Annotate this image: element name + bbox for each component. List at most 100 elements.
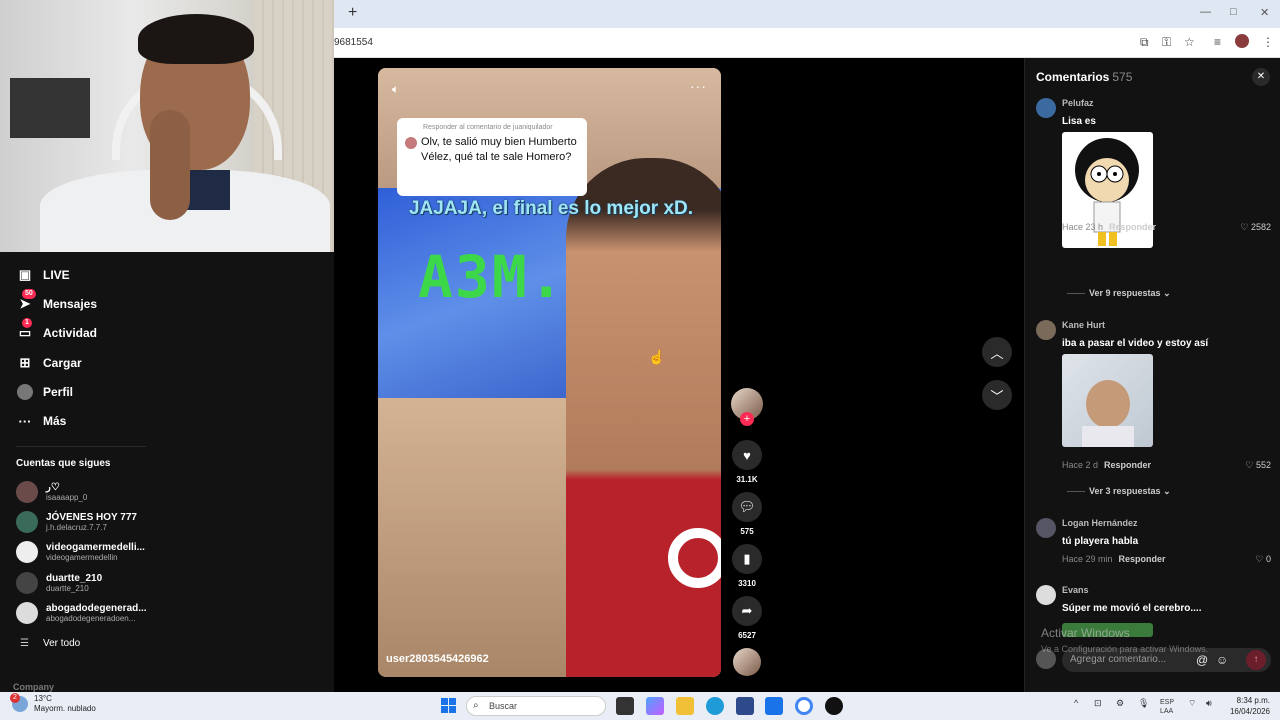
- avatar[interactable]: [1036, 320, 1056, 340]
- copilot-icon[interactable]: [646, 697, 664, 715]
- install-icon[interactable]: ⧉: [1140, 35, 1149, 50]
- comment-photo-image[interactable]: [1062, 354, 1153, 447]
- comment-time: Hace 23 h: [1062, 222, 1104, 232]
- address-bar[interactable]: 9681554 ⧉ ⚿ ☆ ≡ ⋮: [334, 28, 1280, 58]
- send-button[interactable]: ↑: [1246, 650, 1266, 670]
- comments-header: Comentarios 575: [1036, 70, 1132, 84]
- view-replies-button[interactable]: Ver 3 respuestas ⌄: [1067, 486, 1171, 497]
- sidebar-item-upload[interactable]: ⊞ Cargar: [16, 352, 82, 374]
- comment-item: Logan Hernández tú playera habla Hace 29…: [1036, 518, 1271, 568]
- mic-icon[interactable]: 🎙︎: [1138, 698, 1149, 709]
- close-window-icon[interactable]: ✕: [1260, 6, 1269, 19]
- volume-tray-icon[interactable]: 🔊︎: [1206, 698, 1212, 709]
- following-account[interactable]: duartte_210 duartte_210: [16, 569, 102, 597]
- video-stage: A3M.O 🔈︎ ··· Responder al comentario de …: [334, 58, 1024, 692]
- weather-icon: 2: [10, 693, 28, 712]
- account-handle: abogadodegeneradoen...: [46, 614, 136, 623]
- volume-icon[interactable]: 🔈︎: [392, 82, 399, 97]
- upload-icon: ⊞: [19, 355, 31, 370]
- obs-icon[interactable]: [825, 697, 843, 715]
- comment-user[interactable]: Kane Hurt: [1062, 320, 1105, 330]
- reply-button[interactable]: Responder: [1109, 222, 1156, 232]
- browser-profile-avatar[interactable]: [1235, 34, 1249, 48]
- comment-user[interactable]: Evans: [1062, 585, 1089, 595]
- reading-list-icon[interactable]: ≡: [1214, 35, 1221, 49]
- weather-widget[interactable]: 2 13°C Mayorm. nublado: [10, 693, 96, 714]
- creator-avatar[interactable]: +: [726, 388, 768, 426]
- reply-button[interactable]: Responder: [1119, 554, 1166, 564]
- language-indicator[interactable]: ESP LAA: [1160, 698, 1174, 716]
- new-tab-button[interactable]: +: [348, 4, 357, 22]
- sidebar-item-activity[interactable]: ▭ 1 Actividad: [16, 318, 97, 344]
- comment-user[interactable]: Pelufaz: [1062, 98, 1094, 108]
- clock[interactable]: 8:34 p.m. 16/04/2026: [1226, 695, 1270, 717]
- comment-text: iba a pasar el video y estoy así: [1062, 338, 1209, 349]
- sidebar-item-profile[interactable]: Perfil: [16, 381, 73, 403]
- store-icon[interactable]: [736, 697, 754, 715]
- wifi-icon[interactable]: ⌔: [1188, 698, 1196, 709]
- task-view-icon[interactable]: [616, 697, 634, 715]
- share-button[interactable]: ➦ 6527: [726, 596, 768, 640]
- more-options-icon[interactable]: ···: [690, 78, 707, 94]
- emoji-icon[interactable]: ☺: [1216, 653, 1228, 667]
- avatar[interactable]: [1036, 98, 1056, 118]
- profile-icon: [16, 383, 34, 401]
- settings-tray-icon[interactable]: ⚙: [1116, 698, 1124, 709]
- comment-icon: 💬︎: [732, 492, 762, 522]
- mention-icon[interactable]: @: [1196, 653, 1208, 667]
- chrome-icon[interactable]: [795, 697, 813, 715]
- reply-button[interactable]: Responder: [1104, 460, 1151, 470]
- search-placeholder: Buscar: [489, 701, 518, 711]
- following-account[interactable]: abogadodegenerad... abogadodegeneradoen..…: [16, 599, 147, 627]
- avatar[interactable]: [1036, 518, 1056, 538]
- reply-card: Responder al comentario de juaniquilador…: [397, 118, 587, 196]
- comment-item: Kane Hurt iba a pasar el video y estoy a…: [1036, 320, 1271, 500]
- minimize-icon[interactable]: —: [1200, 6, 1211, 18]
- key-icon[interactable]: ⚿: [1162, 35, 1171, 50]
- mail-icon[interactable]: [765, 697, 783, 715]
- comment-like-count: 0: [1265, 554, 1271, 564]
- video-username[interactable]: user2803545426962: [386, 653, 489, 665]
- like-button[interactable]: ♥ 31.1K: [726, 440, 768, 484]
- video-player[interactable]: A3M.O 🔈︎ ··· Responder al comentario de …: [378, 68, 721, 677]
- sound-avatar[interactable]: [726, 648, 768, 676]
- following-account[interactable]: ر♡ isaaaapp_0: [16, 478, 87, 506]
- comment-button[interactable]: 💬︎ 575: [726, 492, 768, 536]
- comment-like-button[interactable]: ♡ 552: [1245, 460, 1271, 471]
- following-account[interactable]: videogamermedelli... videogamermedellin: [16, 538, 145, 566]
- sidebar-item-more[interactable]: ··· Más: [16, 410, 67, 432]
- chevron-up-icon[interactable]: ^: [1074, 698, 1078, 708]
- share-icon: ➦: [732, 596, 762, 626]
- taskbar: 2 13°C Mayorm. nublado ⌕ Buscar ^ ⊡ ⚙ 🎙︎…: [0, 692, 1280, 720]
- network-tray-icon[interactable]: ⊡: [1094, 698, 1102, 709]
- windows-start-icon[interactable]: [441, 698, 456, 713]
- comment-time: Hace 2 d: [1062, 460, 1099, 470]
- file-explorer-icon[interactable]: [676, 697, 694, 715]
- bookmark-star-icon[interactable]: ☆: [1184, 35, 1195, 49]
- company-link[interactable]: Company: [13, 682, 54, 692]
- url-text[interactable]: 9681554: [334, 37, 373, 48]
- following-account[interactable]: JÓVENES HOY 777 j.h.delacruz.7.7.7: [16, 508, 137, 536]
- comment-user[interactable]: Logan Hernández: [1062, 518, 1138, 528]
- sidebar-item-messages[interactable]: ➤ 50 Mensajes: [16, 289, 98, 315]
- browser-menu-icon[interactable]: ⋮: [1262, 35, 1274, 49]
- avatar[interactable]: [1036, 585, 1056, 605]
- see-all-button[interactable]: ☰ Ver todo: [20, 638, 80, 649]
- messages-icon: ➤ 50: [16, 289, 36, 313]
- next-video-button[interactable]: ﹀: [982, 380, 1012, 410]
- maximize-icon[interactable]: □: [1230, 6, 1237, 18]
- close-comments-button[interactable]: ✕: [1252, 68, 1270, 86]
- temperature: 13°C: [34, 694, 52, 703]
- view-replies-button[interactable]: Ver 9 respuestas ⌄: [1067, 288, 1171, 299]
- sidebar-item-live[interactable]: ▣ LIVE: [16, 264, 70, 286]
- clock-time: 8:34 p.m.: [1236, 696, 1270, 705]
- taskbar-search[interactable]: ⌕ Buscar: [466, 696, 606, 716]
- edge-icon[interactable]: [706, 697, 724, 715]
- comment-meta: Hace 29 min Responder: [1062, 554, 1166, 564]
- follow-plus-icon[interactable]: +: [740, 412, 754, 426]
- save-button[interactable]: ▮ 3310: [726, 544, 768, 588]
- comment-like-button[interactable]: ♡ 2582: [1240, 222, 1271, 233]
- previous-video-button[interactable]: ︿: [982, 337, 1012, 367]
- sidebar-item-label: Mensajes: [43, 297, 98, 311]
- comment-like-button[interactable]: ♡ 0: [1255, 554, 1271, 565]
